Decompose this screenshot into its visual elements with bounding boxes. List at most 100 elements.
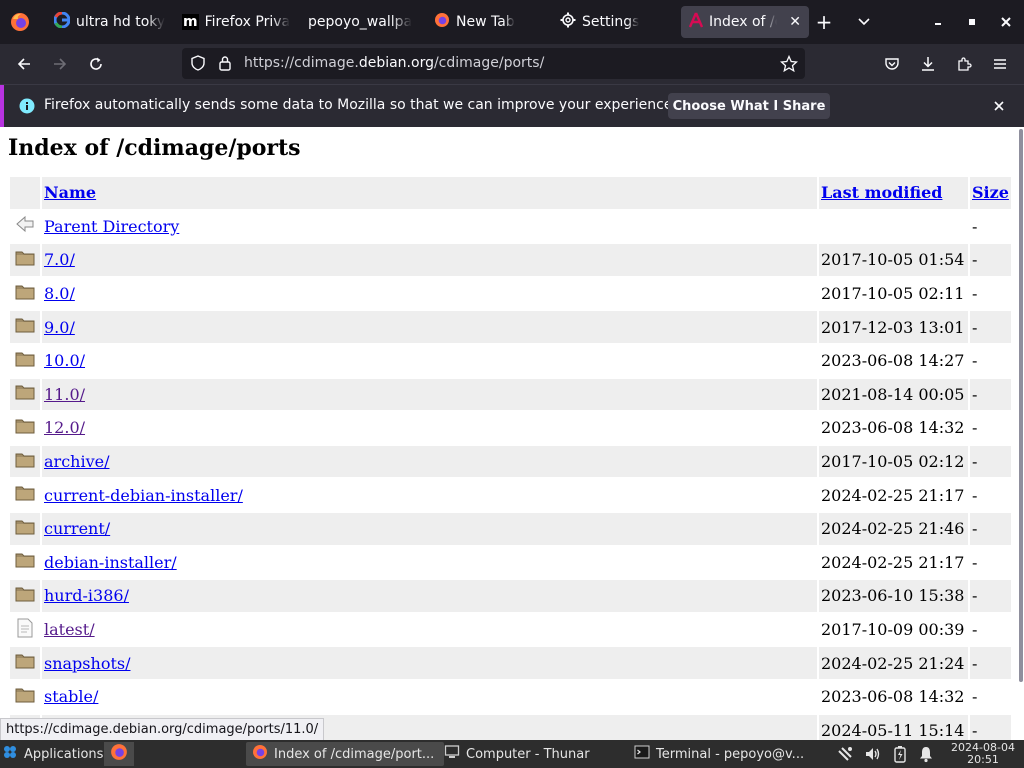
tab-settings[interactable]: Settings	[552, 6, 678, 38]
extensions-puzzle-icon[interactable]	[952, 52, 976, 76]
close-notification-icon[interactable]	[992, 98, 1006, 117]
last-modified-cell: 2017-10-05 02:11	[819, 277, 968, 310]
downloads-icon[interactable]	[916, 52, 940, 76]
icon-column-header	[10, 177, 40, 209]
sort-by-last-modified-link[interactable]: Last modified	[821, 183, 942, 202]
name-cell: 12.0/	[42, 412, 817, 444]
folder-icon	[15, 553, 35, 573]
firefox-launcher[interactable]	[104, 742, 134, 766]
taskbar-task-firefox[interactable]: Index of /cdimage/port...	[246, 742, 444, 766]
back-arrow-icon[interactable]	[12, 52, 36, 76]
tab-new-tab[interactable]: New Tab	[426, 6, 552, 38]
name-cell: hurd-i386/	[42, 580, 817, 612]
last-modified-cell: 2024-02-25 21:24	[819, 647, 968, 679]
firefox-view-icon[interactable]	[9, 11, 31, 33]
entry-link[interactable]: current/	[44, 519, 110, 538]
size-cell: -	[970, 412, 1011, 444]
taskbar-task-thunar[interactable]: Computer - Thunar	[440, 742, 628, 766]
row-icon-cell	[10, 580, 40, 612]
notification-bell-icon[interactable]	[918, 742, 934, 766]
entry-link[interactable]: latest/	[44, 620, 95, 639]
choose-what-i-share-button[interactable]: Choose What I Share	[668, 93, 830, 119]
tab-label: New Tab	[456, 14, 515, 30]
lock-icon[interactable]	[218, 55, 232, 75]
close-tab-icon[interactable]: ✕	[789, 14, 801, 30]
entry-link[interactable]: stable/	[44, 687, 98, 706]
tab-bar: ultra hd toky m Firefox Priva pepoyo_wal…	[0, 0, 1024, 44]
bookmark-star-icon[interactable]	[779, 54, 799, 77]
name-cell: 8.0/	[42, 277, 817, 310]
close-window-icon[interactable]	[994, 10, 1018, 34]
address-bar[interactable]: https://cdimage.debian.org/cdimage/ports…	[182, 48, 805, 79]
entry-link[interactable]: current-debian-installer/	[44, 486, 243, 505]
google-g-icon	[53, 11, 71, 32]
tab-firefox-privacy[interactable]: m Firefox Priva	[174, 6, 300, 38]
entry-link[interactable]: 9.0/	[44, 318, 75, 337]
folder-icon	[15, 587, 35, 607]
url-text[interactable]: https://cdimage.debian.org/cdimage/ports…	[244, 55, 544, 71]
last-modified-cell: 2023-06-08 14:32	[819, 412, 968, 444]
table-row: debian-installer/2024-02-25 21:17-	[10, 546, 1011, 579]
tab-index-of-cdimage[interactable]: Index of /c ✕	[681, 6, 809, 38]
entry-link[interactable]: 11.0/	[44, 385, 85, 404]
maximize-window-icon[interactable]	[960, 10, 984, 34]
entry-link[interactable]: 8.0/	[44, 284, 75, 303]
taskbar-task-terminal[interactable]: Terminal - pepoyo@v...	[630, 742, 818, 766]
tab-label: Index of /c	[709, 14, 777, 30]
last-modified-cell: 2017-12-03 13:01	[819, 311, 968, 343]
notification-accent-stripe	[0, 85, 4, 127]
forward-arrow-icon[interactable]	[48, 52, 72, 76]
file-icon	[16, 618, 34, 642]
size-cell: -	[970, 244, 1011, 276]
reload-icon[interactable]	[84, 52, 108, 76]
url-prefix: https://cdimage.	[244, 55, 359, 71]
taskbar-clock[interactable]: 2024-08-04 20:51	[946, 742, 1020, 766]
url-path: /cdimage/ports/	[433, 55, 545, 71]
app-menu-hamburger-icon[interactable]	[988, 52, 1012, 76]
sort-by-name-link[interactable]: Name	[44, 183, 96, 202]
entry-link[interactable]: archive/	[44, 452, 109, 471]
clock-time: 20:51	[967, 753, 999, 766]
row-icon-cell	[10, 210, 40, 243]
table-row: archive/2017-10-05 02:12-	[10, 445, 1011, 478]
row-icon-cell	[10, 412, 40, 444]
size-column-header: Size	[970, 177, 1011, 209]
tab-label: pepoyo_wallpa	[308, 14, 413, 30]
entry-link[interactable]: 10.0/	[44, 351, 85, 370]
table-row: 10.0/2023-06-08 14:27-	[10, 344, 1011, 377]
applications-menu-button[interactable]: Applications	[2, 742, 103, 766]
name-cell: stable/	[42, 680, 817, 713]
page-scrollbar[interactable]	[1018, 127, 1024, 740]
tab-label: ultra hd toky	[76, 14, 166, 30]
entry-link[interactable]: 7.0/	[44, 250, 75, 269]
new-tab-plus-icon[interactable]: +	[812, 10, 836, 34]
navigation-toolbar: https://cdimage.debian.org/cdimage/ports…	[0, 44, 1024, 84]
size-cell: -	[970, 210, 1011, 243]
volume-icon[interactable]	[864, 742, 882, 766]
entry-link[interactable]: Parent Directory	[44, 217, 179, 236]
entry-link[interactable]: 12.0/	[44, 418, 85, 437]
minimize-window-icon[interactable]	[926, 10, 950, 34]
entry-link[interactable]: hurd-i386/	[44, 586, 129, 605]
battery-charging-icon[interactable]	[892, 742, 908, 766]
last-modified-cell: 2017-10-05 02:12	[819, 445, 968, 478]
folder-icon	[15, 352, 35, 372]
last-modified-cell: 2024-02-25 21:17	[819, 479, 968, 511]
name-cell: 11.0/	[42, 378, 817, 411]
pocket-icon[interactable]	[880, 52, 904, 76]
last-modified-cell: 2024-05-11 15:14	[819, 714, 968, 740]
entry-link[interactable]: snapshots/	[44, 654, 130, 673]
shield-icon[interactable]	[190, 55, 206, 75]
sort-by-size-link[interactable]: Size	[972, 183, 1009, 202]
scrollbar-thumb[interactable]	[1019, 129, 1023, 682]
table-row: 12.0/2023-06-08 14:32-	[10, 412, 1011, 444]
tab-google-search[interactable]: ultra hd toky	[46, 6, 174, 38]
network-disconnected-icon[interactable]	[836, 742, 854, 766]
tab-wallpaper[interactable]: pepoyo_wallpa	[300, 6, 426, 38]
tab-list-chevron-down-icon[interactable]	[852, 10, 876, 34]
table-row: 9.0/2017-12-03 13:01-	[10, 311, 1011, 343]
size-cell: -	[970, 613, 1011, 646]
applications-label: Applications	[24, 746, 104, 762]
entry-link[interactable]: debian-installer/	[44, 553, 177, 572]
terminal-icon	[634, 744, 650, 764]
